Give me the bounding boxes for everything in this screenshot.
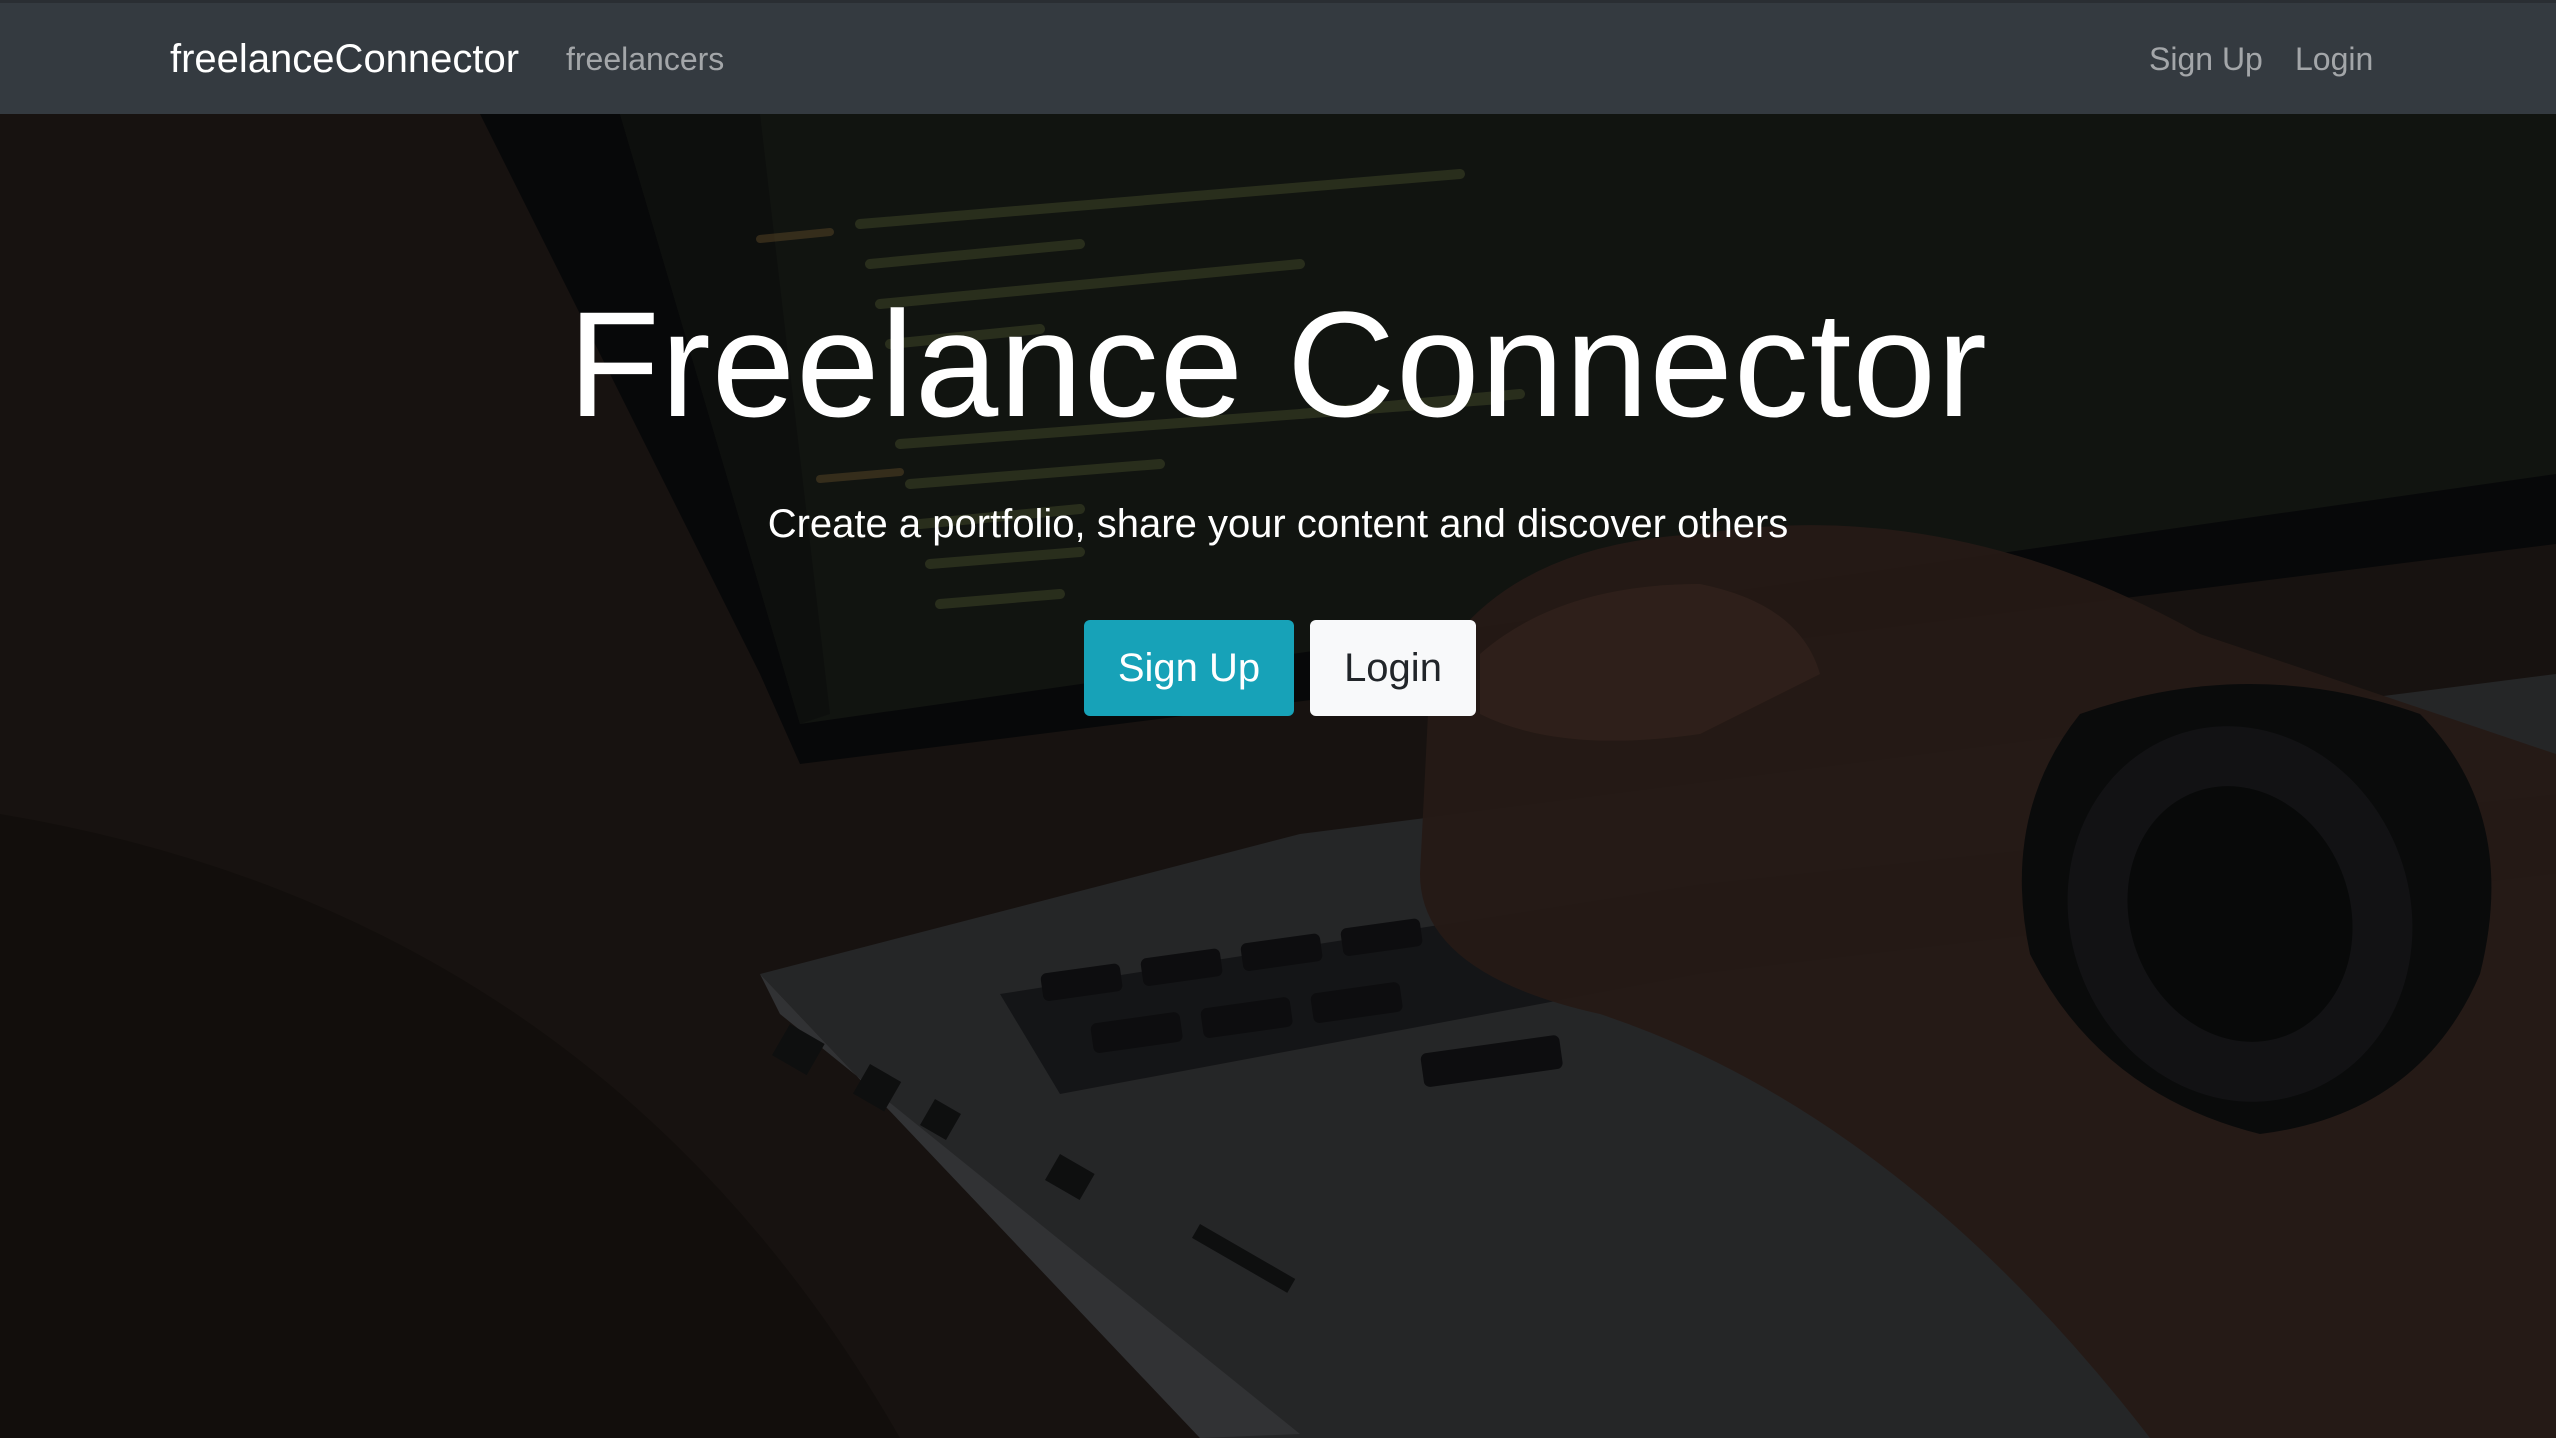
hero-title: Freelance Connector [568,280,1988,448]
hero-sign-up-button[interactable]: Sign Up [1084,620,1294,716]
hero-content: Freelance Connector Create a portfolio, … [0,114,2556,1438]
nav-sign-up-link[interactable]: Sign Up [2149,35,2263,83]
nav-freelancers-link[interactable]: freelancers [566,35,724,83]
top-navbar: freelanceConnector freelancers Sign Up L… [0,0,2556,114]
hero-subtitle: Create a portfolio, share your content a… [767,502,1789,546]
nav-login-link[interactable]: Login [2295,35,2373,83]
hero-section: Freelance Connector Create a portfolio, … [0,114,2556,1438]
hero-login-button[interactable]: Login [1310,620,1476,716]
brand-link[interactable]: freelanceConnector [170,33,519,85]
